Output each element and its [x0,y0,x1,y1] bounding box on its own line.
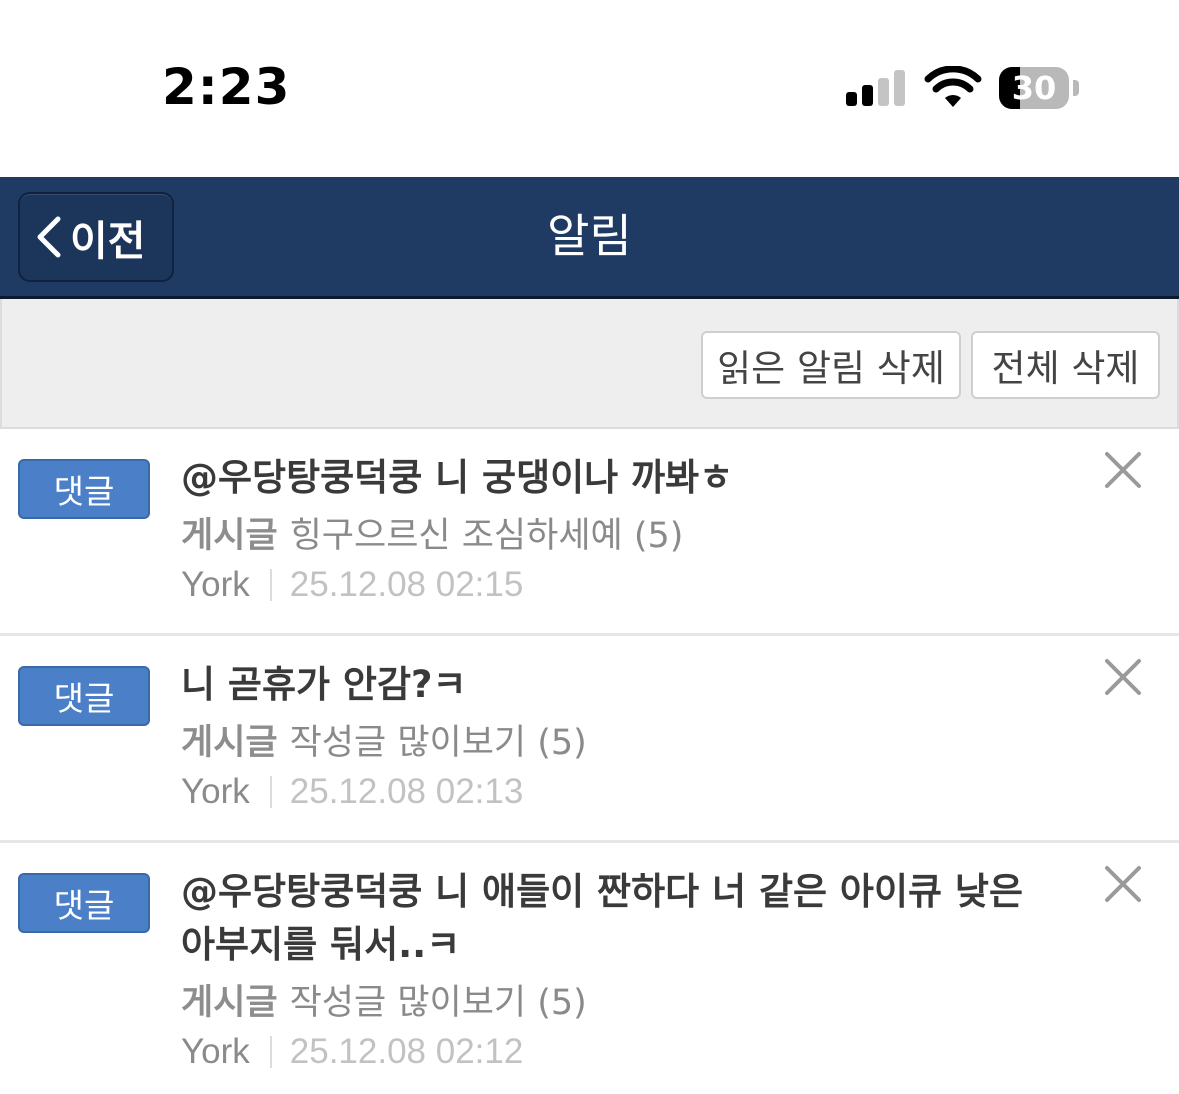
comment-badge: 댓글 [18,459,150,519]
close-icon[interactable] [1104,451,1142,489]
chevron-left-icon [37,216,61,258]
meta-divider [269,776,272,808]
post-title: 힝구으르신 조심하세예 (5) [289,516,684,556]
nav-bar: 이전 알림 [0,177,1179,299]
comment-badge: 댓글 [18,873,150,933]
notification-title[interactable]: @우당탕쿵덕쿵 니 궁댕이나 까봐ㅎ [181,451,1061,504]
author-name: York [181,1032,250,1071]
notification-meta: York 25.12.08 02:12 [181,1032,523,1072]
post-label: 게시글 [181,723,278,763]
back-button-label: 이전 [70,217,146,265]
notification-item[interactable]: 댓글 @우당탕쿵덕쿵 니 궁댕이나 까봐ㅎ 게시글 힝구으르신 조심하세예 (5)… [0,429,1179,636]
delete-all-button[interactable]: 전체 삭제 [971,331,1160,399]
close-icon[interactable] [1104,658,1142,696]
timestamp: 25.12.08 02:15 [289,565,524,604]
post-title: 작성글 많이보기 (5) [289,983,587,1023]
battery-tip [1073,80,1079,96]
meta-divider [269,569,272,601]
notification-item[interactable]: 댓글 @우당탕쿵덕쿵 니 애들이 짠하다 너 같은 아이큐 낮은 아부지를 둬서… [0,843,1179,1094]
battery-level: 30 [1011,69,1057,107]
cellular-signal-icon [846,70,906,106]
author-name: York [181,565,250,604]
notification-meta: York 25.12.08 02:15 [181,565,523,605]
timestamp: 25.12.08 02:12 [289,1032,524,1071]
notification-title[interactable]: 니 곧휴가 안감?ㅋ [181,658,1061,711]
status-bar: 2:23 30 [0,0,1179,177]
wifi-icon [924,66,982,107]
post-label: 게시글 [181,516,278,556]
meta-divider [269,1036,272,1068]
post-label: 게시글 [181,983,278,1023]
notification-title[interactable]: @우당탕쿵덕쿵 니 애들이 짠하다 너 같은 아이큐 낮은 아부지를 둬서..ㅋ [181,865,1061,971]
comment-badge: 댓글 [18,666,150,726]
notification-post[interactable]: 게시글 작성글 많이보기 (5) [181,974,587,1025]
author-name: York [181,772,250,811]
delete-read-button[interactable]: 읽은 알림 삭제 [701,331,961,399]
post-title: 작성글 많이보기 (5) [289,723,587,763]
notification-post[interactable]: 게시글 작성글 많이보기 (5) [181,714,587,765]
notification-meta: York 25.12.08 02:13 [181,772,523,812]
timestamp: 25.12.08 02:13 [289,772,524,811]
notification-item[interactable]: 댓글 니 곧휴가 안감?ㅋ 게시글 작성글 많이보기 (5) York 25.12… [0,636,1179,843]
status-time: 2:23 [162,58,291,116]
page-title: 알림 [547,209,632,263]
back-button[interactable]: 이전 [18,192,174,282]
notification-post[interactable]: 게시글 힝구으르신 조심하세예 (5) [181,507,683,558]
battery-icon: 30 [999,67,1069,109]
close-icon[interactable] [1104,865,1142,903]
toolbar: 읽은 알림 삭제 전체 삭제 [0,299,1179,429]
